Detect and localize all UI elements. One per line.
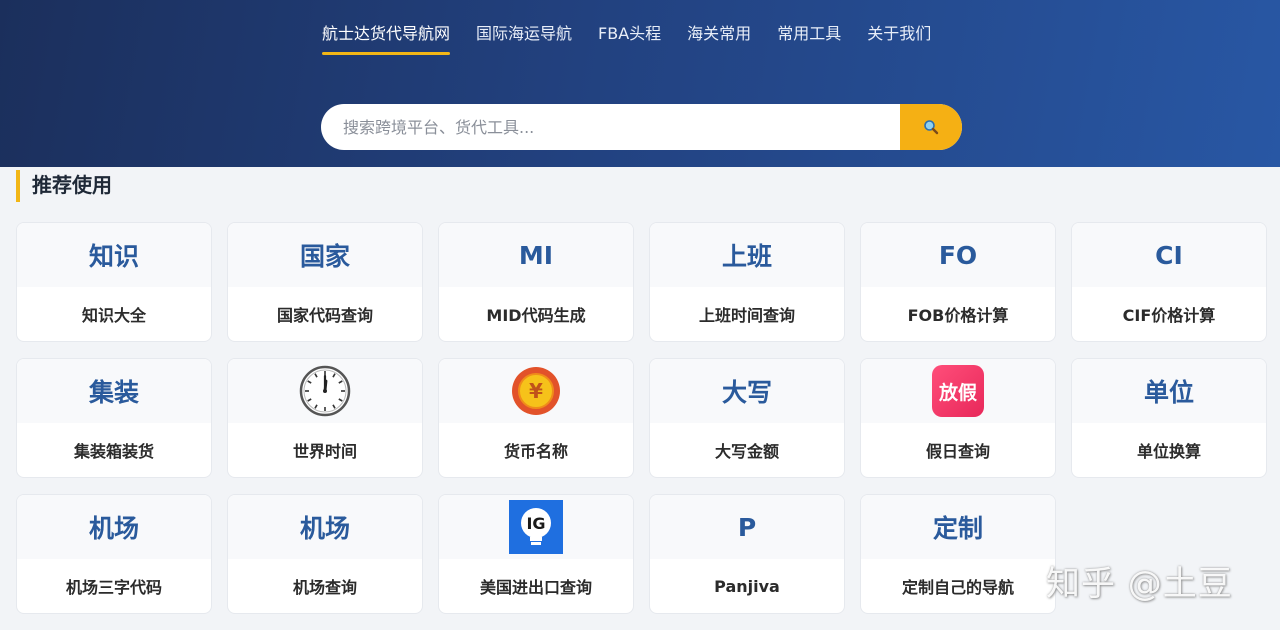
tool-card-currency[interactable]: ¥ 货币名称 [438,358,634,478]
card-name: MID代码生成 [486,306,586,325]
card-name: 假日查询 [925,442,990,461]
card-abbr: 上班 [721,242,772,271]
search-button[interactable] [900,104,962,150]
nav-item-customs[interactable]: 海关常用 [687,22,751,55]
nav-item-fba[interactable]: FBA头程 [598,22,661,55]
card-name: 上班时间查询 [698,306,795,325]
card-name: FOB价格计算 [907,306,1009,325]
tool-card-uppercase-amount[interactable]: 大写 大写金额 [649,358,845,478]
card-abbr: 集装 [88,378,139,407]
zhihu-watermark: 知乎 @土豆 [1046,564,1233,604]
tool-card-airport-code[interactable]: 机场 机场三字代码 [16,494,212,614]
card-abbr: FO [938,240,978,270]
search-bar [321,104,962,150]
tool-card-airport-search[interactable]: 机场 机场查询 [227,494,423,614]
tool-card-holiday[interactable]: 放假 假日查询 [860,358,1056,478]
card-name: Panjiva [714,576,780,596]
tool-card-country-code[interactable]: 国家 国家代码查询 [227,222,423,342]
card-name: 定制自己的导航 [901,578,1014,597]
nav-item-tools[interactable]: 常用工具 [777,22,841,55]
card-name: 大写金额 [714,442,779,461]
card-abbr: 大写 [721,378,772,407]
tool-card-knowledge[interactable]: 知识 知识大全 [16,222,212,342]
card-abbr: 定制 [932,514,983,543]
card-name: 知识大全 [81,306,146,325]
clock-icon [299,365,351,417]
card-name: 机场查询 [292,578,357,597]
card-abbr: CI [1155,240,1183,270]
search-icon [924,120,939,135]
tool-card-unit-conversion[interactable]: 单位 单位换算 [1071,358,1267,478]
section-title-recommended: 推荐使用 [16,170,112,202]
ig-logo-text: IG [526,514,545,533]
nav-item-ocean-shipping[interactable]: 国际海运导航 [476,22,572,55]
tool-card-custom-nav[interactable]: 定制 定制自己的导航 [860,494,1056,614]
card-name: CIF价格计算 [1122,306,1216,325]
currency-coin-icon: ¥ [512,367,560,415]
main-nav: 航士达货代导航网 国际海运导航 FBA头程 海关常用 常用工具 关于我们 [322,22,931,55]
site-header: 航士达货代导航网 国际海运导航 FBA头程 海关常用 常用工具 关于我们 [0,0,1280,167]
holiday-logo-text: 放假 [938,381,977,404]
card-abbr: 机场 [88,514,139,543]
card-name: 单位换算 [1136,442,1201,461]
nav-item-home[interactable]: 航士达货代导航网 [322,22,451,55]
card-abbr: 单位 [1143,378,1194,407]
card-name: 美国进出口查询 [479,578,592,597]
tool-card-cif-calculator[interactable]: CI CIF价格计算 [1071,222,1267,342]
holiday-logo-icon: 放假 [932,365,984,417]
card-abbr: 机场 [299,514,350,543]
card-abbr: MI [518,240,554,270]
card-name: 国家代码查询 [276,306,373,325]
card-abbr: P [737,512,757,542]
card-name: 集装箱装货 [73,442,154,461]
tool-card-panjiva[interactable]: P Panjiva [649,494,845,614]
tool-card-container-loading[interactable]: 集装 集装箱装货 [16,358,212,478]
tool-card-us-import-export[interactable]: IG 美国进出口查询 [438,494,634,614]
card-name: 货币名称 [503,442,568,461]
tool-card-work-hours[interactable]: 上班 上班时间查询 [649,222,845,342]
ig-logo-icon: IG [509,500,563,554]
nav-item-about[interactable]: 关于我们 [867,22,931,55]
card-abbr: 国家 [299,242,350,271]
card-name: 机场三字代码 [65,578,162,597]
card-name: 世界时间 [292,442,357,461]
search-input[interactable] [321,104,900,150]
tool-card-world-time[interactable]: 世界时间 [227,358,423,478]
tool-card-mid-code[interactable]: MI MID代码生成 [438,222,634,342]
coin-symbol: ¥ [529,379,543,403]
tool-card-fob-calculator[interactable]: FO FOB价格计算 [860,222,1056,342]
card-abbr: 知识 [88,242,139,271]
